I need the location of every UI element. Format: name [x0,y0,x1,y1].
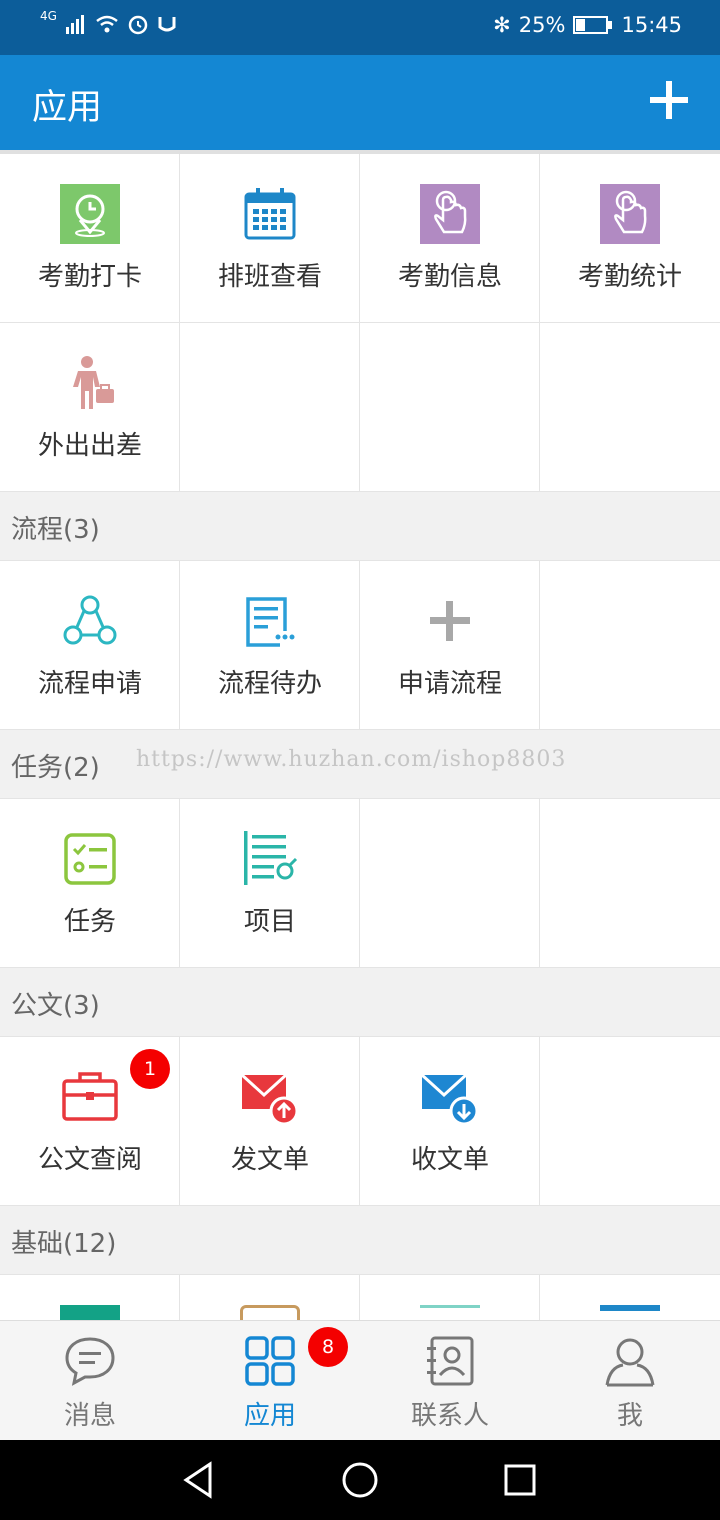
tile-label: 外出出差 [37,431,142,461]
tile-label: 任务 [63,907,116,937]
contacts-icon [427,1336,474,1386]
tile-label: 排班查看 [217,262,322,292]
battery-percent: 25% [518,13,566,37]
flow-nodes-icon [63,595,117,645]
base-app-icon [240,1305,300,1320]
base-app-icon [60,1305,120,1320]
app-tile-flow-apply[interactable]: 流程申请 [0,561,180,730]
clock-time: 15:45 [621,13,682,37]
tab-messages[interactable]: 消息 [0,1321,180,1441]
app-tile-attendance-checkin[interactable]: 考勤打卡 [0,154,180,323]
back-icon[interactable] [180,1460,220,1500]
app-tile-business-trip[interactable]: 外出出差 [0,323,180,492]
tab-apps[interactable]: 应用 8 [180,1321,360,1441]
app-tile-doc-review[interactable]: 公文查阅 1 [0,1037,180,1206]
tile-label: 发文单 [230,1145,309,1175]
empty-tile [540,1037,720,1206]
app-tile-flow-todo[interactable]: 流程待办 [180,561,360,730]
chat-bubble-icon [65,1337,115,1386]
empty-tile [180,323,360,492]
wifi-icon [96,15,118,33]
checklist-icon [64,833,116,885]
app-tile-base-4[interactable] [540,1275,720,1320]
base-grid [0,1275,720,1320]
section-header-doc: 公文(3) [0,968,720,1037]
tile-label: 考勤统计 [577,262,682,292]
tile-label: 流程申请 [37,669,142,699]
empty-tile [540,561,720,730]
app-tile-new-flow[interactable]: 申请流程 [360,561,540,730]
app-tile-receive-doc[interactable]: 收文单 [360,1037,540,1206]
empty-tile [540,799,720,968]
business-trip-icon [73,356,114,409]
app-tile-base-1[interactable] [0,1275,180,1320]
empty-tile [540,323,720,492]
tab-label: 应用 [243,1401,296,1431]
mail-send-icon [240,1073,299,1126]
briefcase-icon [62,1072,118,1121]
notification-badge: 8 [308,1327,348,1367]
hand-pointer-icon [420,184,480,244]
tile-label: 考勤信息 [397,262,502,292]
app-tile-schedule[interactable]: 排班查看 [180,154,360,323]
tab-contacts[interactable]: 联系人 [360,1321,540,1441]
page-title: 应用 [32,88,103,128]
person-icon [605,1338,655,1387]
app-tile-task[interactable]: 任务 [0,799,180,968]
bluetooth-icon: ✻ [493,13,511,37]
plus-icon [430,601,470,641]
battery-icon [573,16,613,34]
tile-label: 申请流程 [397,669,502,699]
project-list-icon [244,831,298,885]
add-button[interactable] [646,77,692,123]
mail-receive-icon [420,1073,479,1126]
doc-grid: 公文查阅 1 发文单 收文单 [0,1037,720,1206]
attendance-grid: 考勤打卡 排班查看 考勤信息 考勤统计 外出出差 [0,154,720,492]
tile-label: 公文查阅 [37,1145,142,1175]
tile-label: 收文单 [410,1145,489,1175]
task-grid: 任务 项目 [0,799,720,968]
app-tile-project[interactable]: 项目 [180,799,360,968]
app-tile-send-doc[interactable]: 发文单 [180,1037,360,1206]
app-bar: 应用 [0,55,720,150]
notification-badge: 1 [130,1049,170,1089]
tile-label: 考勤打卡 [37,262,142,292]
location-clock-icon [60,184,120,244]
bottom-tab-bar: 消息 应用 8 联系人 我 [0,1320,720,1440]
flow-grid: 流程申请 流程待办 申请流程 [0,561,720,730]
base-app-icon [420,1305,480,1320]
tab-label: 联系人 [410,1401,489,1431]
empty-tile [360,799,540,968]
tile-label: 项目 [243,907,296,937]
section-header-flow: 流程(3) [0,492,720,561]
app-tile-base-3[interactable] [360,1275,540,1320]
section-header-base: 基础(12) [0,1206,720,1275]
base-app-icon [600,1305,660,1320]
app-tile-base-2[interactable] [180,1275,360,1320]
signal-icon [65,15,84,34]
tab-label: 消息 [63,1401,116,1431]
recents-icon[interactable] [500,1460,540,1500]
app-list[interactable]: 考勤打卡 排班查看 考勤信息 考勤统计 外出出差 流程(3) 流程申请 流程待办… [0,150,720,1320]
empty-tile [360,323,540,492]
system-navigation-bar [0,1440,720,1520]
notification-icon [158,17,176,32]
hand-pointer-icon [600,184,660,244]
section-header-task: 任务(2) [0,730,720,799]
tab-label: 我 [616,1401,643,1431]
app-tile-attendance-stats[interactable]: 考勤统计 [540,154,720,323]
tab-me[interactable]: 我 [540,1321,720,1441]
status-bar: 4G ✻ 25% 15:45 [0,0,720,55]
signal-label: 4G [40,9,57,23]
tile-label: 流程待办 [217,669,322,699]
home-icon[interactable] [340,1460,380,1500]
calendar-icon [244,188,296,240]
todo-document-icon [246,597,295,647]
app-tile-attendance-info[interactable]: 考勤信息 [360,154,540,323]
apps-grid-icon [245,1336,295,1386]
alarm-icon [128,15,148,35]
